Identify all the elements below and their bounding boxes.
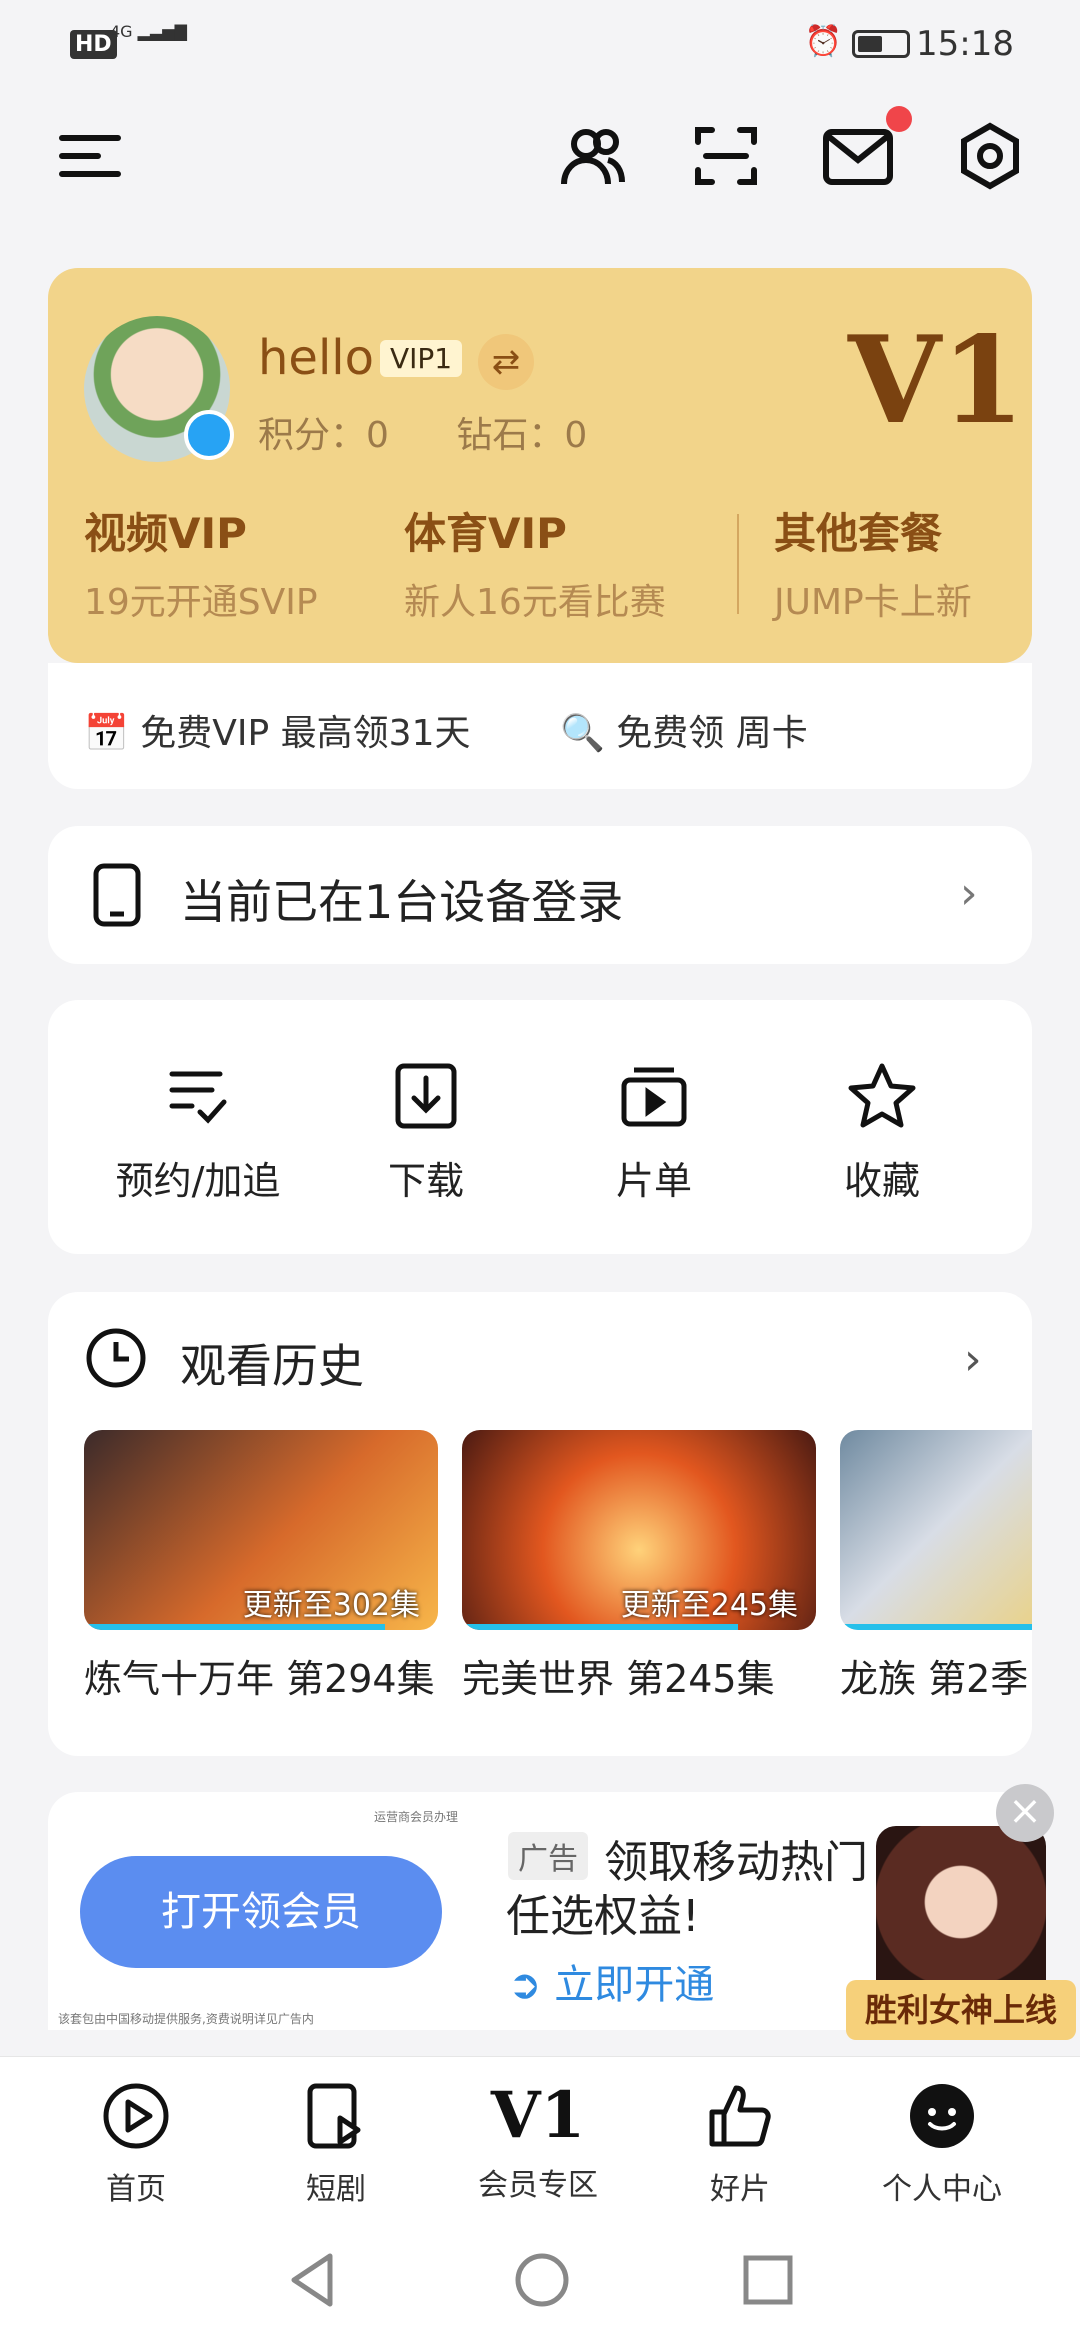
- other-packages-option[interactable]: 其他套餐 JUMP卡上新: [774, 500, 972, 625]
- video-vip-option[interactable]: 视频VIP 19元开通SVIP: [84, 500, 318, 625]
- ad-close-button[interactable]: ×: [996, 1784, 1054, 1842]
- clock: 15:18: [916, 24, 1014, 64]
- vip-level-badge: VIP1: [380, 340, 463, 377]
- v1-icon: V1: [490, 2078, 586, 2153]
- history-item-name[interactable]: 炼气十万年 第294集: [84, 1648, 435, 1703]
- thumbs-up-icon: [709, 2085, 771, 2147]
- swap-account-icon[interactable]: ⇄: [478, 334, 534, 390]
- points-row: 积分：0 钻石：0: [258, 406, 587, 458]
- history-thumb-1[interactable]: 更新至302集: [84, 1430, 438, 1630]
- qq-icon: [184, 410, 234, 460]
- chevron-right-icon: ›: [960, 868, 978, 919]
- free-card-offer[interactable]: 🔍 免费领 周卡: [560, 704, 808, 756]
- history-more-icon[interactable]: ›: [964, 1334, 982, 1385]
- username: hello: [258, 330, 374, 386]
- signal-indicator: 4G ▂▃▅▇: [110, 22, 187, 41]
- ad-banner[interactable]: 胜利女神上线: [846, 1980, 1076, 2040]
- clock-icon: [84, 1326, 148, 1394]
- nav-good-films[interactable]: 好片: [650, 2080, 830, 2208]
- nav-home[interactable]: 首页: [46, 2080, 226, 2208]
- ad-footnote: 该套包由中国移动提供服务,资费说明详见广告内: [58, 2012, 314, 2026]
- calendar-check-icon: 📅: [84, 713, 129, 754]
- short-drama-icon: [307, 2083, 361, 2149]
- nav-vip-zone[interactable]: V1 会员专区: [448, 2080, 628, 2204]
- ad-operator-text: 运营商会员办理: [374, 1810, 459, 1824]
- nav-profile[interactable]: 个人中心: [852, 2080, 1032, 2208]
- star-icon: [848, 1063, 916, 1128]
- message-icon[interactable]: [820, 106, 912, 192]
- home-circle-icon[interactable]: [512, 2250, 572, 2314]
- recents-square-icon[interactable]: [740, 2252, 796, 2312]
- profile-face-icon: [910, 2084, 974, 2148]
- settings-icon[interactable]: [954, 120, 1026, 192]
- list-check-icon: [169, 1071, 227, 1124]
- history-title: 观看历史: [180, 1339, 364, 1393]
- free-vip-offer[interactable]: 📅 免费VIP 最高领31天: [84, 704, 471, 756]
- back-icon[interactable]: [284, 2250, 340, 2314]
- unread-dot: [886, 106, 912, 132]
- quick-action-playlist[interactable]: 片单: [554, 1060, 754, 1205]
- playlist-icon: [621, 1067, 687, 1127]
- friends-icon[interactable]: [558, 120, 630, 192]
- member-level: V1: [848, 310, 1025, 451]
- history-item-name[interactable]: 龙族 第2季: [840, 1648, 1032, 1703]
- progress-bar: [840, 1624, 1032, 1630]
- sports-vip-option[interactable]: 体育VIP 新人16元看比赛: [404, 500, 666, 625]
- diamonds-label: 钻石：0: [456, 415, 588, 456]
- history-item-name[interactable]: 完美世界 第245集: [462, 1648, 775, 1703]
- quick-action-reserve[interactable]: 预约/加追: [98, 1060, 298, 1205]
- ad-headline-2: 任选权益!: [506, 1891, 700, 1942]
- nav-short-drama[interactable]: 短剧: [246, 2080, 426, 2208]
- progress-bar: [84, 1624, 385, 1630]
- device-login-text: 当前已在1台设备登录: [180, 875, 624, 929]
- history-thumb-2[interactable]: 更新至245集: [462, 1430, 816, 1630]
- battery-icon: [852, 30, 910, 58]
- phone-icon: [92, 862, 142, 932]
- status-bar: HD 4G ▂▃▅▇ ⏰ 15:18: [0, 0, 1080, 90]
- quick-action-download[interactable]: 下载: [326, 1060, 526, 1205]
- quick-action-favorite[interactable]: 收藏: [782, 1060, 982, 1205]
- progress-bar: [462, 1624, 739, 1630]
- arrow-circle-icon: ➲: [508, 1962, 542, 2008]
- history-thumb-3[interactable]: [840, 1430, 1032, 1630]
- ad-open-button[interactable]: 打开领会员: [80, 1856, 442, 1968]
- ad-tag: 广告: [508, 1832, 588, 1880]
- menu-icon[interactable]: [56, 120, 128, 192]
- alarm-icon: ⏰: [804, 24, 842, 59]
- scan-icon[interactable]: [690, 120, 762, 192]
- download-icon: [395, 1063, 457, 1129]
- points-label: 积分：0: [258, 415, 389, 456]
- play-circle-icon: [103, 2083, 169, 2149]
- ad-link[interactable]: ➲ 立即开通: [508, 1952, 714, 2010]
- divider: [737, 514, 739, 614]
- coupon-search-icon: 🔍: [560, 713, 605, 754]
